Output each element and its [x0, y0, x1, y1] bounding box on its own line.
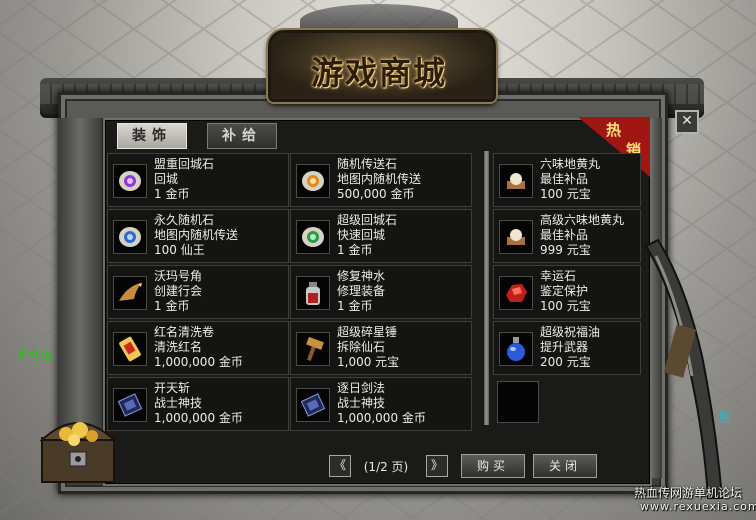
watermark-url: www.rexuexia.com [640, 500, 756, 513]
shop-item[interactable]: 逐日剑法 战士神技 1,000,000 金币 [290, 377, 472, 431]
pill-box-icon [499, 164, 533, 198]
next-page-button[interactable]: 》 [426, 455, 448, 477]
orange-scroll-icon [296, 164, 330, 198]
column-divider [484, 151, 489, 425]
hot-shop-item[interactable]: 超级祝福油 提升武器 200 元宝 [493, 321, 641, 375]
horn-icon [113, 276, 147, 310]
hot-shop-item[interactable]: 六味地黄丸 最佳补品 100 元宝 [493, 153, 641, 207]
treasure-chest-icon [36, 400, 120, 486]
page-indicator: (1/2 页) [363, 460, 409, 474]
shop-item[interactable]: 修复神水 修理装备 1 金币 [290, 265, 472, 319]
buy-button[interactable]: 购买 [461, 454, 525, 478]
shop-item[interactable]: 超级回城石 快速回城 1 金币 [290, 209, 472, 263]
blue-flask-icon [499, 332, 533, 366]
shop-item[interactable]: 盟重回城石 回城 1 金币 [107, 153, 289, 207]
watermark-text: 热血传网游单机论坛 [634, 486, 743, 500]
close-button[interactable]: 关闭 [533, 454, 597, 478]
empty-item-slot[interactable] [497, 381, 539, 423]
shop-item[interactable]: 红名清洗卷 清洗红名 1,000,000 金币 [107, 321, 289, 375]
blue-scroll-icon [113, 220, 147, 254]
tab-decoration[interactable]: 装饰 [117, 123, 187, 149]
tab-supply[interactable]: 补给 [207, 123, 277, 149]
red-scroll-icon [113, 332, 147, 366]
map-label-left: 方寸山 [16, 348, 53, 362]
green-scroll-icon [296, 220, 330, 254]
pill-box-icon [499, 220, 533, 254]
shop-item[interactable]: 随机传送石 地图内随机传送 500,000 金币 [290, 153, 472, 207]
prev-page-button[interactable]: 《 [329, 455, 351, 477]
hot-shop-item[interactable]: 高级六味地黄丸 最佳补品 999 元宝 [493, 209, 641, 263]
potion-bottle-icon [296, 276, 330, 310]
sword-icon [636, 236, 726, 500]
red-stone-icon [499, 276, 533, 310]
hot-shop-item[interactable]: 幸运石 鉴定保护 100 元宝 [493, 265, 641, 319]
shop-item[interactable]: 超级碎星锤 拆除仙石 1,000 元宝 [290, 321, 472, 375]
window-close-button[interactable]: ✕ [675, 110, 699, 134]
shop-item[interactable]: 沃玛号角 创建行会 1 金币 [107, 265, 289, 319]
skill-book-icon [296, 388, 330, 422]
hammer-icon [296, 332, 330, 366]
shop-title: 游戏商城 [310, 54, 447, 92]
shop-item[interactable]: 永久随机石 地图内随机传送 100 仙王 [107, 209, 289, 263]
purple-scroll-icon [113, 164, 147, 198]
shop-item[interactable]: 开天斩 战士神技 1,000,000 金币 [107, 377, 289, 431]
